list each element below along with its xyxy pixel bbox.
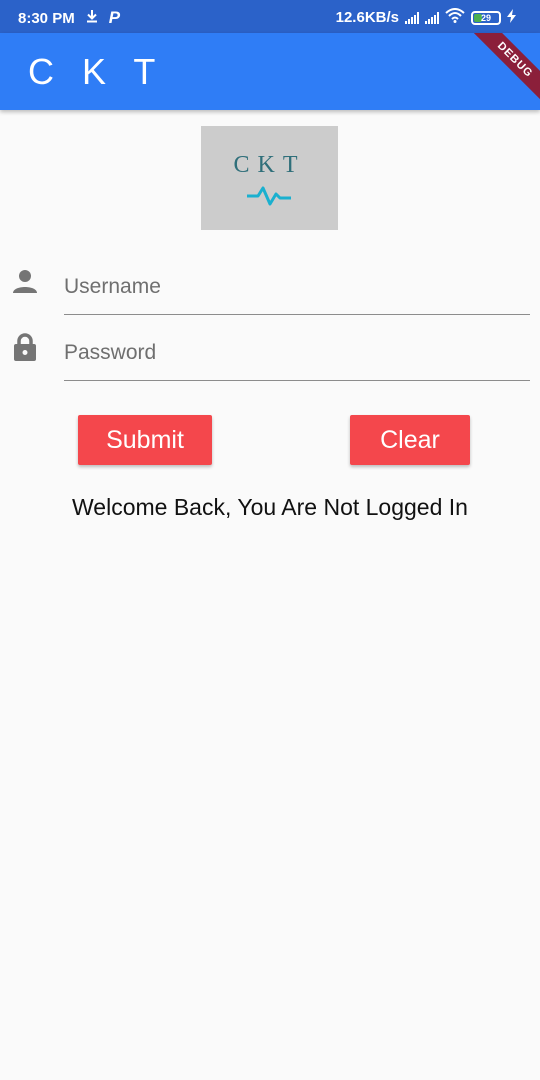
submit-button[interactable]: Submit bbox=[78, 415, 212, 465]
logo-wave-icon bbox=[247, 186, 291, 206]
debug-banner: DEBUG bbox=[454, 33, 540, 110]
charging-icon bbox=[507, 8, 516, 27]
login-status-message: Welcome Back, You Are Not Logged In bbox=[72, 494, 468, 520]
status-time: 8:30 PM bbox=[18, 9, 75, 27]
signal-icon-2 bbox=[425, 11, 439, 24]
username-row bbox=[0, 260, 540, 316]
lock-icon bbox=[12, 332, 38, 367]
p-badge-icon: P bbox=[108, 8, 121, 27]
status-bar: 8:30 PM P 12.6KB/s 29 bbox=[0, 0, 540, 33]
clear-button[interactable]: Clear bbox=[350, 415, 470, 465]
app-bar: C K T DEBUG bbox=[0, 33, 540, 110]
signal-icon-1 bbox=[405, 11, 419, 24]
password-input[interactable] bbox=[64, 326, 530, 381]
battery-level: 29 bbox=[480, 12, 491, 23]
username-input[interactable] bbox=[64, 260, 530, 315]
app-logo: CKT bbox=[201, 126, 338, 230]
wifi-icon bbox=[445, 8, 465, 27]
person-icon bbox=[12, 268, 38, 299]
status-right: 12.6KB/s 29 bbox=[336, 8, 516, 27]
download-icon bbox=[85, 9, 99, 27]
battery-icon: 29 bbox=[471, 10, 501, 25]
password-row bbox=[0, 326, 540, 382]
logo-text: CKT bbox=[233, 152, 306, 178]
network-speed: 12.6KB/s bbox=[335, 9, 399, 26]
app-title: C K T bbox=[28, 51, 165, 92]
status-left: 8:30 PM P bbox=[18, 8, 120, 28]
